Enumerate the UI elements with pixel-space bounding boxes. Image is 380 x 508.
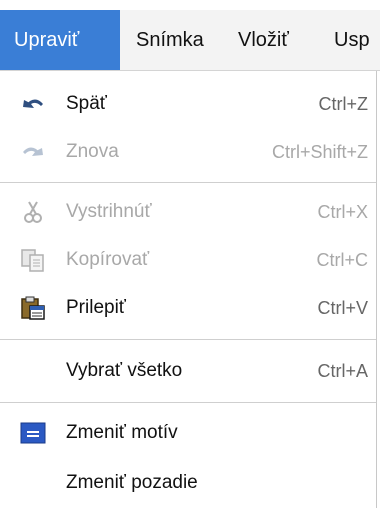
menu-usporiadat[interactable]: Usp xyxy=(334,10,370,70)
menu-item-label: Zmeniť motív xyxy=(66,422,178,443)
shortcut-label: Ctrl+A xyxy=(317,361,368,381)
menu-vlozit[interactable]: Vložiť xyxy=(238,10,289,70)
menu-item-redo[interactable]: Znova Ctrl+Shift+Z xyxy=(0,130,376,174)
edit-dropdown-menu: Späť Ctrl+Z Znova Ctrl+Shift+Z Vystrihnú… xyxy=(0,71,377,508)
menu-item-label: Prilepiť xyxy=(66,297,126,318)
menu-divider xyxy=(0,182,376,183)
scissors-icon xyxy=(20,200,46,224)
shortcut-label: Ctrl+Shift+Z xyxy=(271,142,368,162)
menu-divider xyxy=(0,339,376,340)
clipboard-icon xyxy=(20,296,46,320)
menu-item-label: Zmeniť pozadie xyxy=(66,472,198,493)
menu-item-label: Vybrať všetko xyxy=(66,360,183,381)
menu-item-paste[interactable]: Prilepiť Ctrl+V xyxy=(0,286,376,330)
shortcut-label: Ctrl+V xyxy=(317,298,368,318)
menu-upravit[interactable]: Upraviť xyxy=(0,10,120,70)
theme-icon xyxy=(20,421,46,445)
menu-item-change-background[interactable]: Zmeniť pozadie xyxy=(0,461,376,505)
shortcut-label: Ctrl+Z xyxy=(318,94,369,114)
menu-item-select-all[interactable]: Vybrať všetko Ctrl+A xyxy=(0,349,376,393)
menu-item-label: Späť xyxy=(66,93,107,114)
menu-item-cut[interactable]: Vystrihnúť Ctrl+X xyxy=(0,190,376,234)
menu-item-change-theme[interactable]: Zmeniť motív xyxy=(0,411,376,455)
menu-bar: Upraviť Snímka Vložiť Usp xyxy=(0,10,380,71)
menu-item-label: Znova xyxy=(66,141,119,162)
redo-icon xyxy=(20,140,46,164)
menu-item-undo[interactable]: Späť Ctrl+Z xyxy=(0,82,376,126)
menu-snimka[interactable]: Snímka xyxy=(136,10,204,70)
menu-item-label: Kopírovať xyxy=(66,249,150,270)
shortcut-label: Ctrl+X xyxy=(317,202,368,222)
menu-item-label: Vystrihnúť xyxy=(66,201,152,222)
menu-divider xyxy=(0,402,376,403)
undo-icon xyxy=(20,92,46,116)
menu-item-copy[interactable]: Kopírovať Ctrl+C xyxy=(0,238,376,282)
copy-icon xyxy=(20,248,46,272)
shortcut-label: Ctrl+C xyxy=(316,250,368,270)
